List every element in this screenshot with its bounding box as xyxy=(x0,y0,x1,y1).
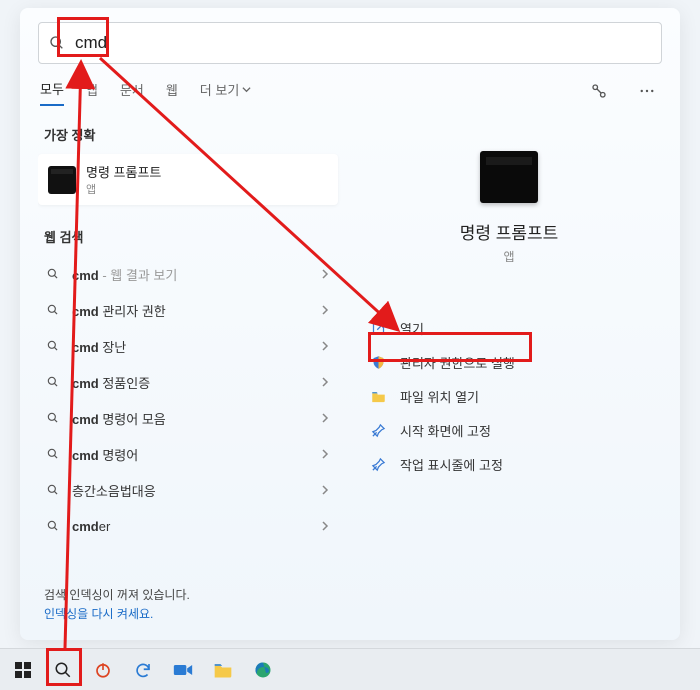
action-pin[interactable]: 시작 화면에 고정 xyxy=(356,413,662,447)
search-input[interactable] xyxy=(75,33,651,53)
action-open[interactable]: 열기 xyxy=(356,311,662,345)
suggestion-item[interactable]: cmd 관리자 권한 xyxy=(38,292,338,328)
suggestion-item[interactable]: 층간소음법대응 xyxy=(38,472,338,508)
suggestion-item[interactable]: cmd 명령어 모음 xyxy=(38,400,338,436)
search-icon xyxy=(49,35,65,51)
results-left: 가장 정확 명령 프롬프트 앱 웹 검색 cmd - 웹 결과 보기cmd 관리… xyxy=(38,125,338,628)
preview-subtitle: 앱 xyxy=(503,248,514,265)
preview-pane: 명령 프롬프트 앱 열기관리자 권한으로 실행파일 위치 열기시작 화면에 고정… xyxy=(356,125,662,628)
indexing-link[interactable]: 인덱싱을 다시 켜세요. xyxy=(44,605,332,624)
action-shield[interactable]: 관리자 권한으로 실행 xyxy=(356,345,662,379)
start-button[interactable] xyxy=(10,657,36,683)
more-icon[interactable] xyxy=(634,78,660,107)
taskbar-edge-icon[interactable] xyxy=(250,657,276,683)
suggestion-list: cmd - 웹 결과 보기cmd 관리자 권한cmd 장난cmd 정품인증cmd… xyxy=(38,256,338,544)
tab-more[interactable]: 더 보기 xyxy=(200,80,252,105)
taskbar xyxy=(0,648,700,690)
suggestion-item[interactable]: cmd - 웹 결과 보기 xyxy=(38,256,338,292)
taskbar-power-icon[interactable] xyxy=(90,657,116,683)
cmd-app-icon xyxy=(48,166,76,194)
best-match-item[interactable]: 명령 프롬프트 앱 xyxy=(38,154,338,205)
suggestion-item[interactable]: cmd 명령어 xyxy=(38,436,338,472)
tab-apps[interactable]: 앱 xyxy=(86,80,98,105)
search-panel: 모두 앱 문서 웹 더 보기 가장 정확 명령 프롬프트 앱 웹 검색 cmd … xyxy=(20,8,680,640)
taskbar-camera-icon[interactable] xyxy=(170,657,196,683)
taskbar-search-icon[interactable] xyxy=(50,657,76,683)
preview-title: 명령 프롬프트 xyxy=(460,219,559,244)
shield-icon xyxy=(370,354,386,370)
indexing-line1: 검색 인덱싱이 꺼져 있습니다. xyxy=(44,586,332,605)
best-match-title: 명령 프롬프트 xyxy=(86,162,161,181)
taskbar-explorer-icon[interactable] xyxy=(210,657,236,683)
suggestion-item[interactable]: cmder xyxy=(38,508,338,544)
pin-icon xyxy=(370,456,386,472)
best-match-header: 가장 정확 xyxy=(44,125,338,144)
suggestion-item[interactable]: cmd 정품인증 xyxy=(38,364,338,400)
preview-app-icon xyxy=(480,151,538,203)
search-box[interactable] xyxy=(38,22,662,64)
indexing-notice: 검색 인덱싱이 꺼져 있습니다. 인덱싱을 다시 켜세요. xyxy=(38,576,338,628)
preview-actions: 열기관리자 권한으로 실행파일 위치 열기시작 화면에 고정작업 표시줄에 고정 xyxy=(356,311,662,481)
connector-icon[interactable] xyxy=(586,78,612,107)
pin-icon xyxy=(370,422,386,438)
action-pin[interactable]: 작업 표시줄에 고정 xyxy=(356,447,662,481)
web-search-header: 웹 검색 xyxy=(44,227,338,246)
open-icon xyxy=(370,320,386,336)
tab-all[interactable]: 모두 xyxy=(40,79,64,106)
tab-web[interactable]: 웹 xyxy=(166,80,178,105)
folder-icon xyxy=(370,388,386,404)
suggestion-item[interactable]: cmd 장난 xyxy=(38,328,338,364)
best-match-subtitle: 앱 xyxy=(86,181,161,197)
tab-documents[interactable]: 문서 xyxy=(120,80,144,105)
taskbar-refresh-icon[interactable] xyxy=(130,657,156,683)
action-folder[interactable]: 파일 위치 열기 xyxy=(356,379,662,413)
filter-tabs: 모두 앱 문서 웹 더 보기 xyxy=(40,78,660,107)
